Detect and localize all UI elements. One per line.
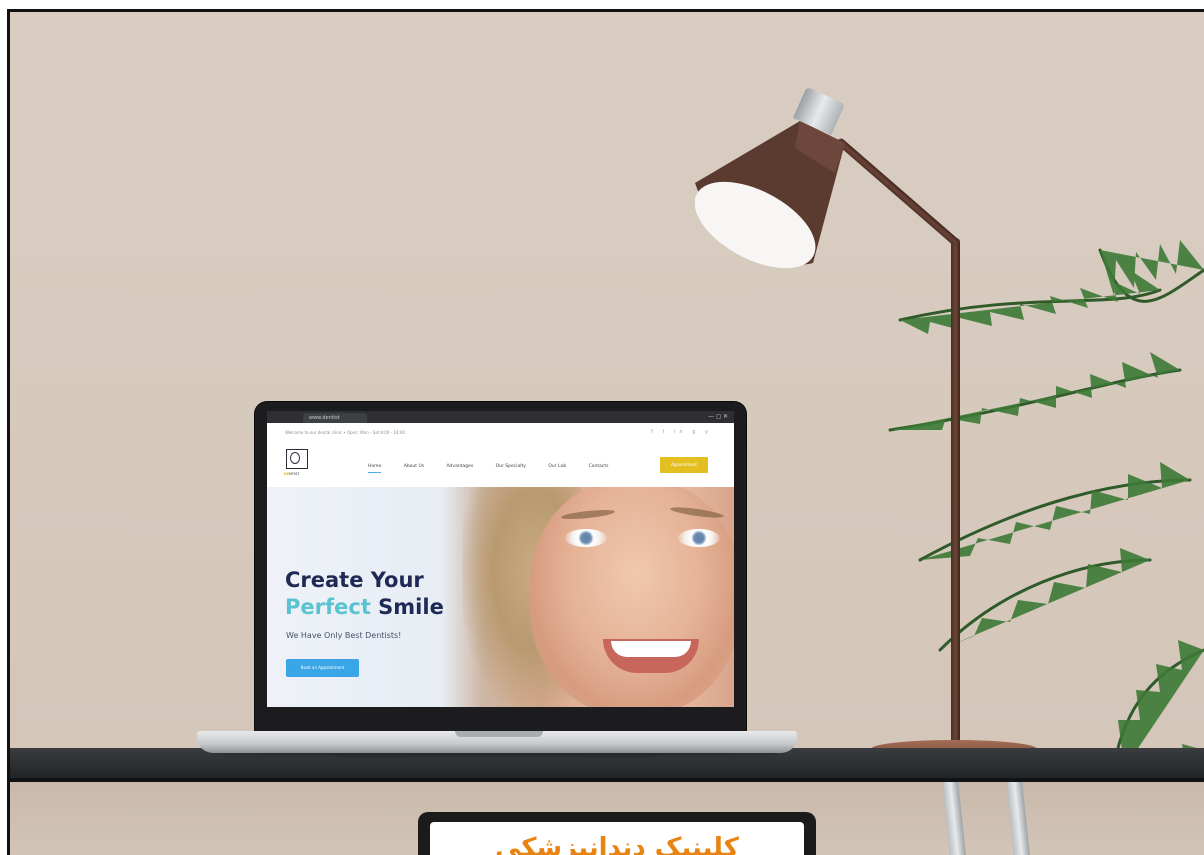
nav-advantages[interactable]: Advantages	[447, 464, 474, 470]
window-controls[interactable]: — ◻ ✕	[708, 414, 728, 420]
nav-lab[interactable]: Our Lab	[548, 464, 566, 470]
laptop-notch	[455, 731, 543, 737]
hero-title-rest: Smile	[370, 595, 444, 619]
hero-title-line2: Perfect Smile	[285, 594, 444, 621]
clinic-sign-panel: کلینیک دندانپزشکی	[430, 822, 804, 855]
logo-ring	[290, 452, 300, 464]
nav-specialty[interactable]: Our Specialty	[496, 464, 526, 470]
clinic-sign: کلینیک دندانپزشکی	[418, 812, 816, 855]
hero-photo-eye	[565, 529, 607, 547]
nav-about[interactable]: About Us	[404, 464, 424, 470]
nav-home[interactable]: Home	[368, 464, 382, 473]
hero-subtitle: We Have Only Best Dentists!	[286, 631, 402, 640]
clinic-sign-text: کلینیک دندانپزشکی	[495, 833, 739, 855]
appointment-button[interactable]: Appointment	[660, 457, 708, 473]
browser-tab-title: www.dentist	[309, 415, 340, 421]
browser-tab-bar: www.dentist — ◻ ✕	[267, 411, 734, 430]
hero-title-accent: Perfect	[285, 595, 371, 619]
hero-appointment-button[interactable]: Book an Appointment	[286, 659, 359, 677]
hero-title-line1: Create Your	[285, 568, 424, 592]
social-icons[interactable]: f t in g y	[651, 430, 712, 435]
site-logo[interactable]: DENTIST	[284, 449, 310, 479]
hero-title: Create Your Perfect Smile	[285, 567, 444, 621]
site-topbar: Welcome to our dental clinic • Open: Mon…	[267, 423, 734, 444]
lamp-shade	[695, 121, 845, 269]
site-header: DENTIST Home About Us Advantages Our Spe…	[267, 443, 734, 487]
hero-photo-face	[530, 487, 734, 707]
hero-photo-eye	[678, 529, 720, 547]
logo-wordmark: DENTIST	[284, 472, 300, 476]
main-nav: Home About Us Advantages Our Specialty O…	[368, 464, 629, 473]
lamp-pole	[951, 238, 960, 750]
topbar-text: Welcome to our dental clinic • Open: Mon…	[285, 430, 405, 435]
laptop-screen: www.dentist — ◻ ✕ Welcome to our dental …	[267, 411, 734, 707]
window-dots	[273, 415, 293, 430]
hero-photo-teeth	[611, 641, 691, 657]
browser-tab[interactable]: www.dentist	[303, 413, 367, 423]
nav-contacts[interactable]: Contacts	[589, 464, 609, 470]
hero-section: Create Your Perfect Smile We Have Only B…	[267, 487, 734, 707]
photo-frame: کلینیک دندانپزشکی www.dentist — ◻ ✕ Welc…	[0, 0, 1204, 855]
